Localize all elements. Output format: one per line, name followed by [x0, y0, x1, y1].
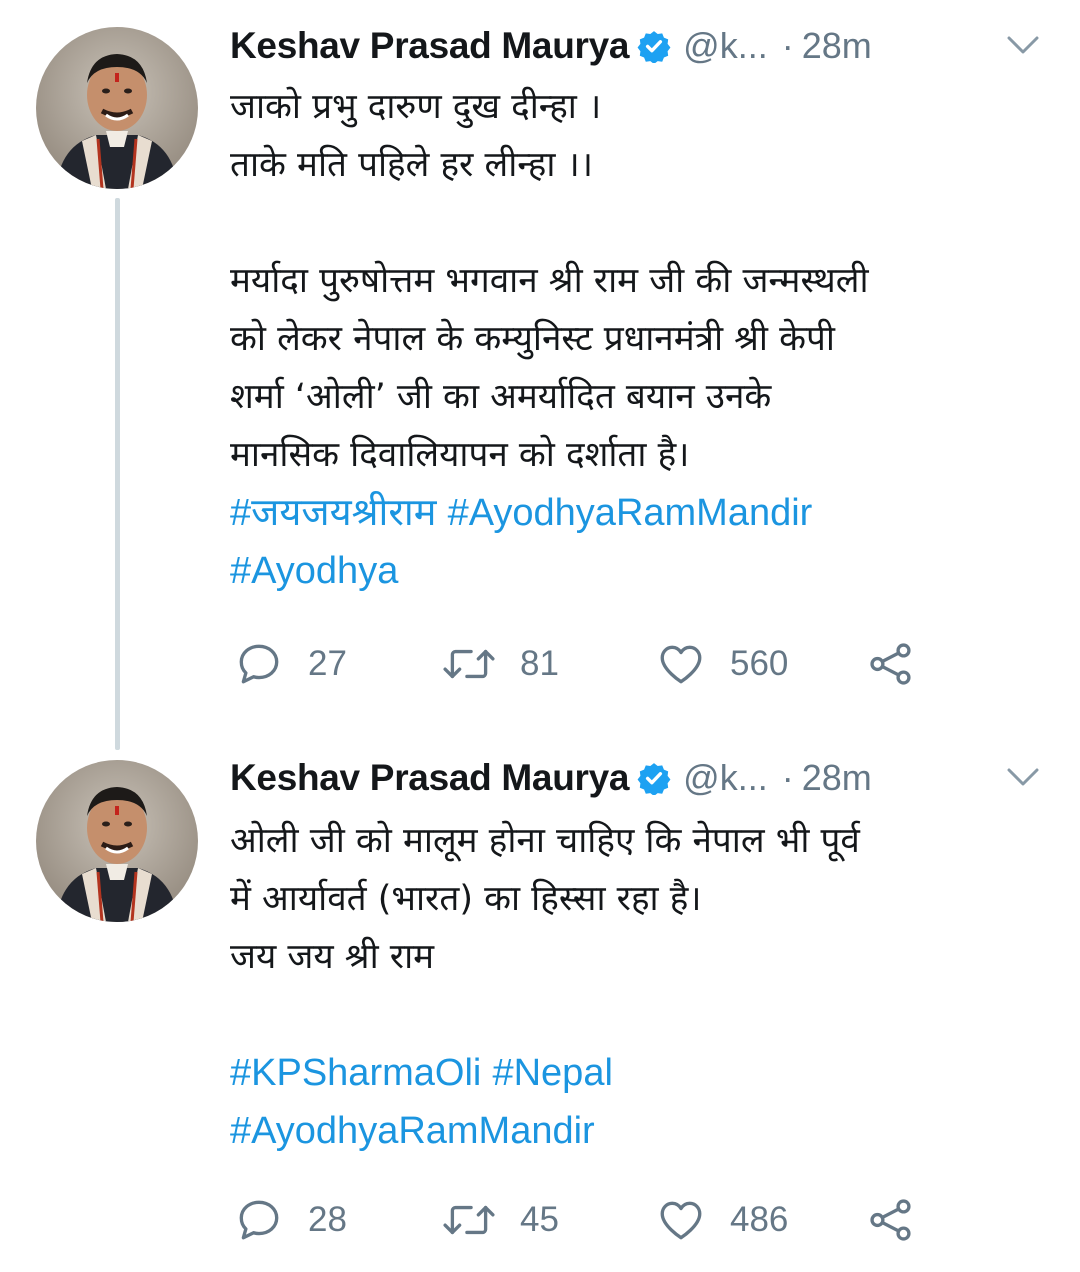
tweet-text-line: मानसिक दिवालियापन को दर्शाता है।	[230, 435, 690, 475]
author-handle[interactable]: @k...	[683, 757, 768, 799]
tweet-text-line: जय जय श्री राम	[230, 937, 435, 977]
like-count: 486	[730, 1200, 789, 1239]
timestamp[interactable]: 28m	[802, 25, 872, 67]
tweet[interactable]: Keshav Prasad Maurya @k... · 28m जाको प्…	[0, 0, 1080, 740]
like-count: 560	[730, 644, 789, 683]
tweet-header: Keshav Prasad Maurya @k... · 28m	[230, 18, 1050, 74]
chevron-down-icon[interactable]	[1004, 30, 1042, 60]
tweet-text: ओली जी को मालूम होना चाहिए कि नेपाल भी प…	[230, 812, 1040, 1160]
share-icon	[870, 1199, 911, 1241]
retweet-count: 45	[520, 1200, 559, 1239]
hashtag-link[interactable]: #AyodhyaRamMandir	[448, 492, 813, 534]
tweet-text-line: जाको प्रभु दारुण दुख दीन्हा ।	[230, 87, 602, 127]
hashtag-link[interactable]: #जयजयश्रीराम	[230, 492, 436, 534]
tweet-thread: Keshav Prasad Maurya @k... · 28m जाको प्…	[0, 0, 1080, 1272]
tweet-actions: 27 81 560	[230, 636, 930, 692]
tweet-header: Keshav Prasad Maurya @k... · 28m	[230, 750, 1050, 806]
tweet-text-line: में आर्यावर्त (भारत) का हिस्सा रहा है।	[230, 879, 702, 919]
hashtag-link[interactable]: #KPSharmaOli	[230, 1052, 481, 1094]
tweet-text-line: को लेकर नेपाल के कम्युनिस्ट प्रधानमंत्री…	[230, 319, 835, 359]
author-handle[interactable]: @k...	[683, 25, 768, 67]
avatar[interactable]	[36, 27, 198, 189]
avatar-photo-icon	[36, 760, 198, 922]
hashtag-line: #जयजयश्रीराम #AyodhyaRamMandir	[230, 484, 1040, 542]
hashtag-link[interactable]: #Ayodhya	[230, 550, 398, 592]
author-name[interactable]: Keshav Prasad Maurya	[230, 25, 629, 67]
heart-icon	[660, 1201, 702, 1240]
share-button[interactable]	[866, 1192, 916, 1248]
separator-dot: ·	[781, 757, 794, 798]
avatar-photo-icon	[36, 27, 198, 189]
like-button[interactable]: 560	[656, 636, 788, 692]
tweet-text-line: शर्मा ‘ओली’ जी का अमर्यादित बयान उनके	[230, 377, 772, 417]
reply-button[interactable]: 28	[234, 1192, 347, 1248]
heart-icon	[660, 645, 702, 684]
hashtag-link[interactable]: #AyodhyaRamMandir	[230, 1110, 595, 1152]
reply-count: 27	[308, 644, 347, 683]
hashtag-line: #KPSharmaOli #Nepal	[230, 1044, 1040, 1102]
reply-icon	[239, 644, 279, 684]
like-button[interactable]: 486	[656, 1192, 788, 1248]
chevron-down-icon[interactable]	[1004, 762, 1042, 792]
share-button[interactable]	[866, 636, 916, 692]
tweet-actions: 28 45 486	[230, 1192, 930, 1248]
hashtag-link[interactable]: #Nepal	[492, 1052, 612, 1094]
tweet-text-line: मर्यादा पुरुषोत्तम भगवान श्री राम जी की …	[230, 261, 869, 301]
share-icon	[870, 643, 911, 685]
tweet[interactable]: Keshav Prasad Maurya @k... · 28m ओली जी …	[0, 740, 1080, 1272]
avatar[interactable]	[36, 760, 198, 922]
retweet-button[interactable]: 45	[442, 1192, 559, 1248]
reply-icon	[239, 1200, 279, 1240]
tweet-text-line: ताके मति पहिले हर लीन्हा ।।	[230, 145, 594, 185]
retweet-count: 81	[520, 644, 559, 683]
hashtag-line: #Ayodhya	[230, 542, 1040, 600]
reply-button[interactable]: 27	[234, 636, 347, 692]
timestamp[interactable]: 28m	[802, 757, 872, 799]
retweet-button[interactable]: 81	[442, 636, 559, 692]
verified-badge-icon	[637, 761, 671, 795]
tweet-text-line: ओली जी को मालूम होना चाहिए कि नेपाल भी प…	[230, 821, 860, 861]
hashtag-line: #AyodhyaRamMandir	[230, 1102, 1040, 1160]
retweet-icon	[443, 649, 495, 679]
reply-count: 28	[308, 1200, 347, 1239]
retweet-icon	[443, 1205, 495, 1235]
author-name[interactable]: Keshav Prasad Maurya	[230, 757, 629, 799]
separator-dot: ·	[781, 25, 794, 66]
tweet-text: जाको प्रभु दारुण दुख दीन्हा । ताके मति प…	[230, 78, 1040, 600]
verified-badge-icon	[637, 29, 671, 63]
